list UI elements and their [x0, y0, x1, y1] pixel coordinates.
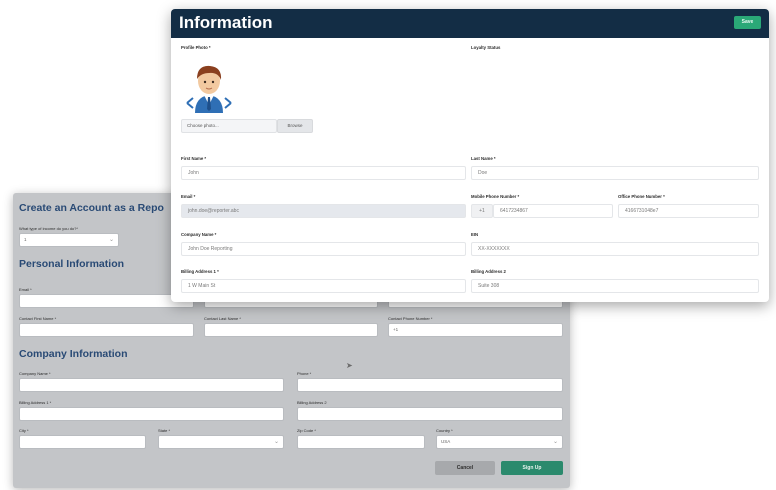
billing-address-1-field[interactable]: 1 W Main St: [181, 279, 466, 293]
state-label: State *: [158, 428, 171, 433]
stage: Create an Account as a Repo What type of…: [0, 0, 776, 490]
income-type-select[interactable]: 1 ⌄: [19, 233, 119, 247]
mobile-phone-label: Mobile Phone Number *: [471, 194, 520, 199]
choose-photo-input[interactable]: Choose photo...: [181, 119, 277, 133]
mobile-phone-field[interactable]: 6417234867: [493, 204, 613, 218]
cancel-button[interactable]: Cancel: [435, 461, 495, 475]
office-phone-label: Office Phone Number *: [618, 194, 665, 199]
chevron-down-icon: ⌄: [552, 439, 558, 445]
information-header: Information Save: [171, 9, 769, 38]
last-name-field[interactable]: Doe: [471, 166, 759, 180]
country-value: USA: [441, 439, 451, 444]
company-name-label: Company Name *: [19, 371, 51, 376]
contact-phone-label: Contact Phone Number *: [388, 316, 433, 321]
billing-address-1-label: Billing Address 1 *: [181, 269, 219, 274]
billing-address-2-label: Billing Address 2: [471, 269, 506, 274]
company-name-field[interactable]: [19, 378, 284, 392]
company-information-heading: Company Information: [19, 348, 128, 360]
avatar: [185, 61, 233, 113]
last-name-label: Last Name *: [471, 156, 496, 161]
first-name-label: First Name *: [181, 156, 207, 161]
email-field[interactable]: [19, 294, 194, 308]
email-field: john.doe@reporter.abc: [181, 204, 466, 218]
city-label: City *: [19, 428, 29, 433]
company-name-field[interactable]: John Doe Reporting: [181, 242, 466, 256]
contact-phone-prefix: +1: [393, 327, 399, 332]
office-phone-field[interactable]: 4166731048e7: [618, 204, 759, 218]
billing-address-2-label: Billing Address 2: [297, 400, 327, 405]
billing-address-2-field[interactable]: Suite 308: [471, 279, 759, 293]
chevron-down-icon: ⌄: [273, 439, 279, 445]
phone-field[interactable]: [297, 378, 563, 392]
country-label: Country *: [436, 428, 453, 433]
zip-code-field[interactable]: [297, 435, 425, 449]
contact-last-name-field[interactable]: [204, 323, 378, 337]
income-type-value: 1: [24, 237, 27, 242]
first-name-field[interactable]: John: [181, 166, 466, 180]
billing-address-2-field[interactable]: [297, 407, 563, 421]
email-label: Email *: [181, 194, 196, 199]
save-button[interactable]: Save: [734, 16, 761, 29]
country-select[interactable]: USA ⌄: [436, 435, 563, 449]
browse-button[interactable]: Browse: [277, 119, 313, 133]
email-label: Email *: [19, 287, 32, 292]
company-name-label: Company Name *: [181, 232, 217, 237]
signup-form-title: Create an Account as a Repo: [19, 202, 164, 214]
billing-address-1-label: Billing Address 1 *: [19, 400, 52, 405]
city-field[interactable]: [19, 435, 146, 449]
avatar-icon: [186, 65, 232, 113]
billing-address-1-field[interactable]: [19, 407, 284, 421]
chevron-down-icon: ⌄: [108, 237, 114, 243]
sign-up-button[interactable]: Sign Up: [501, 461, 563, 475]
ein-label: EIN: [471, 232, 479, 237]
loyalty-status-label: Loyalty Status: [471, 45, 501, 50]
page-title: Information: [179, 13, 273, 32]
mobile-phone-prefix: +1: [471, 204, 493, 218]
mouse-cursor-icon: ➤: [346, 361, 353, 370]
ein-field[interactable]: XX-XXXXXXX: [471, 242, 759, 256]
information-card: Information Save Profile Photo * Loyalty…: [171, 9, 769, 302]
phone-label: Phone *: [297, 371, 312, 376]
income-type-label: What type of income do you do?*: [19, 226, 78, 231]
profile-photo-label: Profile Photo *: [181, 45, 211, 50]
contact-phone-field[interactable]: +1: [388, 323, 563, 337]
personal-information-heading: Personal Information: [19, 258, 125, 270]
contact-first-name-field[interactable]: [19, 323, 194, 337]
zip-code-label: Zip Code *: [297, 428, 316, 433]
contact-last-name-label: Contact Last Name *: [204, 316, 241, 321]
state-select[interactable]: ⌄: [158, 435, 284, 449]
contact-first-name-label: Contact First Name *: [19, 316, 57, 321]
